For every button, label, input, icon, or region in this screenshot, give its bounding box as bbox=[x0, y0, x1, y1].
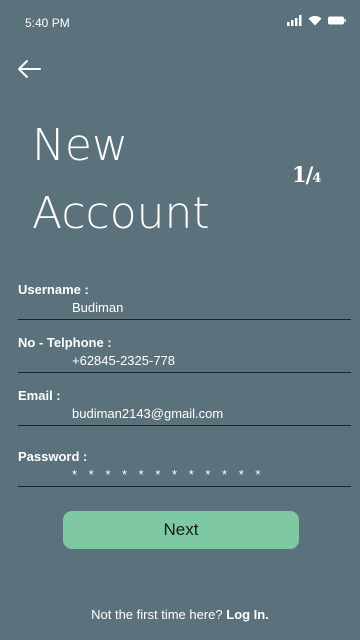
phone-input[interactable]: +62845-2325-778 bbox=[72, 353, 351, 369]
step-current: 1 bbox=[292, 162, 307, 187]
footer-login-prompt: Not the first time here? Log In. bbox=[0, 607, 360, 622]
battery-icon bbox=[328, 16, 346, 25]
back-button[interactable] bbox=[16, 58, 42, 80]
username-label: Username : bbox=[18, 282, 89, 297]
system-icons bbox=[287, 15, 346, 26]
footer-prompt-text: Not the first time here? bbox=[91, 607, 223, 622]
arrow-left-icon bbox=[18, 60, 41, 78]
username-field[interactable]: Username : Budiman bbox=[18, 282, 351, 320]
email-field[interactable]: Email : budiman2143@gmail.com bbox=[18, 388, 351, 426]
next-button[interactable]: Next bbox=[63, 511, 299, 549]
email-label: Email : bbox=[18, 388, 61, 403]
signal-icon bbox=[287, 15, 302, 26]
status-time: 5:40 PM bbox=[25, 16, 70, 30]
password-input[interactable]: * * * * * * * * * * * * bbox=[72, 467, 351, 483]
login-link[interactable]: Log In. bbox=[226, 607, 269, 622]
phone-field[interactable]: No - Telphone : +62845-2325-778 bbox=[18, 335, 351, 373]
page-title-line2: Account bbox=[32, 188, 210, 239]
wifi-icon bbox=[308, 15, 322, 26]
step-indicator: 1/4 bbox=[292, 162, 321, 187]
page-title-line1: New bbox=[32, 120, 128, 171]
password-field[interactable]: Password : * * * * * * * * * * * * bbox=[18, 449, 351, 487]
email-input[interactable]: budiman2143@gmail.com bbox=[72, 406, 351, 422]
phone-label: No - Telphone : bbox=[18, 335, 112, 350]
username-input[interactable]: Budiman bbox=[72, 300, 351, 316]
password-label: Password : bbox=[18, 449, 88, 464]
page-title: New Account bbox=[32, 112, 210, 248]
step-total: 4 bbox=[312, 171, 321, 186]
status-bar: 5:40 PM bbox=[0, 0, 360, 44]
